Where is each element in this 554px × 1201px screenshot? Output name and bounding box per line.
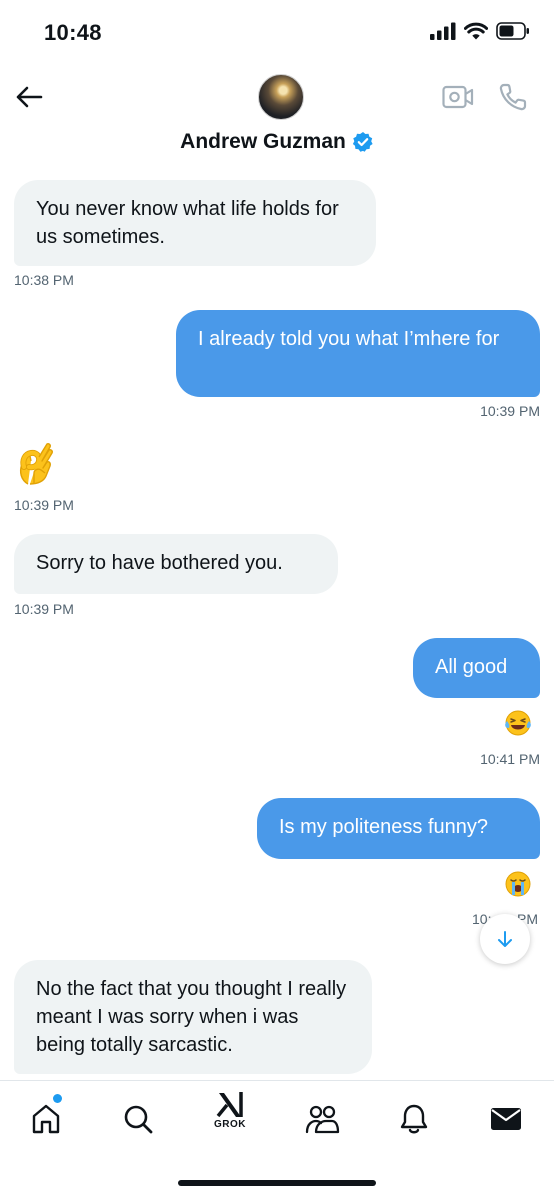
incoming-message-bubble[interactable]: No the fact that you thought I really me… bbox=[14, 960, 372, 1074]
message-text: You never know what life holds for us so… bbox=[36, 198, 339, 248]
tab-messages[interactable] bbox=[486, 1099, 526, 1139]
notifications-icon bbox=[400, 1104, 428, 1134]
incoming-message-bubble[interactable]: Sorry to have bothered you. bbox=[14, 534, 338, 594]
message-timestamp: 10:41 PM bbox=[480, 751, 540, 767]
message-text: Sorry to have bothered you. bbox=[36, 552, 283, 574]
status-icons bbox=[430, 22, 530, 40]
grok-label: GROK bbox=[214, 1119, 246, 1130]
laughing-tears-icon[interactable] bbox=[504, 709, 532, 737]
message-timestamp: 10:39 PM bbox=[14, 601, 74, 617]
message-text: All good bbox=[435, 656, 508, 678]
ok-hand-icon[interactable] bbox=[14, 440, 60, 486]
tab-home[interactable] bbox=[26, 1099, 66, 1139]
tab-search[interactable] bbox=[118, 1099, 158, 1139]
message-timestamp: 10:38 PM bbox=[14, 272, 74, 288]
tab-grok[interactable]: GROK bbox=[210, 1091, 250, 1141]
scroll-to-bottom-button[interactable] bbox=[480, 914, 530, 964]
message-timestamp: 10:39 PM bbox=[480, 403, 540, 419]
message-text: Is my politeness funny? bbox=[279, 816, 488, 838]
search-icon bbox=[124, 1105, 153, 1134]
phone-call-icon[interactable] bbox=[498, 82, 528, 112]
outgoing-message-bubble[interactable]: I already told you what I’mhere for bbox=[176, 310, 540, 397]
tab-communities[interactable] bbox=[302, 1099, 342, 1139]
home-unread-dot bbox=[53, 1094, 62, 1103]
verified-badge-icon bbox=[352, 132, 373, 152]
contact-title[interactable]: Andrew Guzman bbox=[0, 130, 554, 154]
message-text: I already told you what I’mhere for bbox=[198, 328, 500, 350]
status-time: 10:48 bbox=[44, 20, 102, 45]
home-icon bbox=[32, 1104, 60, 1134]
back-arrow-icon[interactable] bbox=[14, 82, 44, 112]
battery-icon bbox=[496, 22, 529, 40]
grok-icon bbox=[216, 1092, 243, 1118]
contact-name: Andrew Guzman bbox=[180, 130, 346, 153]
outgoing-message-bubble[interactable]: All good bbox=[413, 638, 540, 698]
outgoing-message-bubble[interactable]: Is my politeness funny? bbox=[257, 798, 540, 859]
message-text: No the fact that you thought I really me… bbox=[36, 978, 347, 1056]
incoming-message-bubble[interactable]: You never know what life holds for us so… bbox=[14, 180, 376, 266]
wifi-icon bbox=[464, 22, 488, 40]
avatar[interactable] bbox=[258, 74, 304, 120]
communities-icon bbox=[305, 1105, 340, 1134]
tab-notifications[interactable] bbox=[394, 1099, 434, 1139]
message-timestamp: 10:39 PM bbox=[14, 497, 74, 513]
crying-face-icon[interactable] bbox=[504, 870, 532, 898]
messages-icon bbox=[491, 1108, 521, 1130]
conversation-header: Andrew Guzman bbox=[0, 60, 554, 172]
video-call-icon[interactable] bbox=[442, 84, 474, 110]
home-indicator bbox=[178, 1180, 376, 1186]
arrow-down-icon bbox=[498, 931, 512, 947]
signal-icon bbox=[430, 22, 456, 40]
